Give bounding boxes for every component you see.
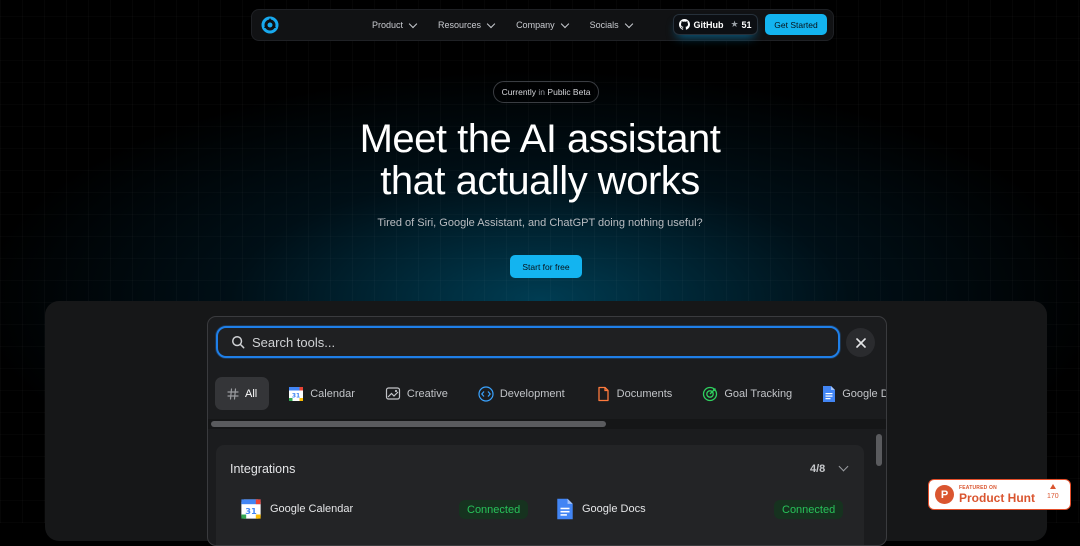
search-input[interactable]: Search tools...	[252, 335, 335, 350]
tab-all[interactable]: All	[215, 377, 270, 410]
chevron-down-icon[interactable]	[838, 461, 849, 472]
chevron-down-icon	[408, 19, 418, 28]
star-icon: ★	[730, 19, 739, 29]
tab-goal-tracking[interactable]: Goal Tracking	[691, 377, 803, 410]
section-title: Integrations	[230, 462, 296, 476]
tab-calendar-label: Calendar	[310, 387, 355, 400]
github-label: GitHub	[693, 19, 724, 30]
tab-goal-tracking-label: Goal Tracking	[724, 387, 793, 400]
nav-company[interactable]: Company	[516, 19, 569, 30]
tools-panel: Search tools... All 31 Calendar Creative…	[207, 316, 887, 546]
search-icon	[232, 336, 245, 349]
top-navbar: Product Resources Company Socials GitHub…	[251, 9, 834, 41]
integration-name: Google Calendar	[270, 503, 354, 515]
close-icon	[855, 337, 866, 348]
tab-development[interactable]: Development	[467, 377, 576, 410]
status-badge: Connected	[459, 500, 529, 519]
nav-resources-label: Resources	[438, 20, 482, 30]
svg-text:31: 31	[245, 506, 257, 516]
google-docs-icon	[557, 498, 573, 520]
chevron-down-icon	[560, 19, 569, 28]
tab-google-docs[interactable]: Google Do	[811, 377, 886, 410]
integration-name: Google Docs	[582, 503, 646, 515]
upvote-arrow-icon	[1050, 484, 1056, 489]
nav-product-label: Product	[372, 20, 404, 30]
calendar-icon: 31	[289, 386, 304, 401]
tab-all-label: All	[245, 387, 258, 400]
horizontal-scrollbar-thumb[interactable]	[211, 421, 606, 427]
tab-creative[interactable]: Creative	[374, 377, 459, 410]
integration-google-calendar[interactable]: 31 Google Calendar	[240, 497, 353, 521]
nav-menu: Product Resources Company Socials	[372, 10, 654, 40]
tab-development-label: Development	[499, 387, 565, 400]
hero-subtitle: Tired of Siri, Google Assistant, and Cha…	[377, 217, 703, 229]
search-bar[interactable]: Search tools...	[216, 326, 840, 358]
vertical-scrollbar-thumb[interactable]	[876, 434, 882, 466]
product-hunt-count: 170	[1047, 493, 1059, 500]
nav-product[interactable]: Product	[372, 19, 418, 30]
chevron-down-icon	[486, 19, 496, 28]
github-stars: 51	[741, 19, 752, 30]
status-badge: Connected	[774, 500, 844, 519]
google-calendar-icon: 31	[241, 499, 261, 519]
google-docs-icon	[823, 385, 836, 402]
svg-text:31: 31	[292, 392, 300, 399]
integration-google-docs[interactable]: Google Docs	[556, 497, 646, 521]
nav-company-label: Company	[516, 20, 555, 30]
product-hunt-badge[interactable]: P FEATURED ON Product Hunt 170	[928, 479, 1071, 510]
tab-creative-label: Creative	[406, 387, 448, 400]
tab-calendar[interactable]: 31 Calendar	[277, 377, 366, 410]
start-for-free-button[interactable]: Start for free	[510, 255, 582, 278]
nav-resources[interactable]: Resources	[438, 19, 496, 30]
close-button[interactable]	[846, 328, 875, 357]
image-edit-icon	[385, 386, 400, 400]
integrations-section: Integrations 4/8 31 Google Calendar Conn…	[216, 445, 864, 545]
tab-documents[interactable]: Documents	[584, 377, 684, 410]
hero-title-line1: Meet the AI assistant	[359, 117, 721, 161]
target-icon	[703, 386, 718, 401]
beta-badge-mid: in	[538, 87, 546, 97]
product-hunt-name: Product Hunt	[959, 491, 1035, 505]
category-tabs: All 31 Calendar Creative Development Doc…	[215, 376, 886, 411]
github-icon	[679, 19, 691, 30]
horizontal-scrollbar[interactable]	[208, 419, 886, 429]
tab-documents-label: Documents	[616, 387, 673, 400]
get-started-button[interactable]: Get Started	[765, 14, 827, 35]
document-icon	[598, 386, 609, 401]
beta-badge-prefix: Currently	[501, 87, 537, 97]
brand-logo-icon[interactable]	[261, 16, 279, 34]
hero-title: Meet the AI assistant that actually work…	[240, 118, 840, 202]
nav-socials[interactable]: Socials	[589, 19, 633, 30]
section-count: 4/8	[810, 463, 826, 475]
nav-socials-label: Socials	[589, 20, 619, 30]
code-icon	[478, 385, 494, 402]
tab-google-docs-label: Google Do	[842, 387, 886, 400]
product-hunt-logo-icon: P	[935, 485, 954, 504]
hero-title-line2: that actually works	[380, 159, 700, 203]
beta-badge-suffix: Public Beta	[547, 87, 591, 97]
vertical-scrollbar[interactable]	[874, 432, 884, 545]
github-button[interactable]: GitHub ★ 51	[673, 14, 758, 35]
beta-badge: Currently in Public Beta	[493, 81, 599, 103]
chevron-down-icon	[624, 19, 633, 28]
hash-icon	[227, 387, 239, 400]
